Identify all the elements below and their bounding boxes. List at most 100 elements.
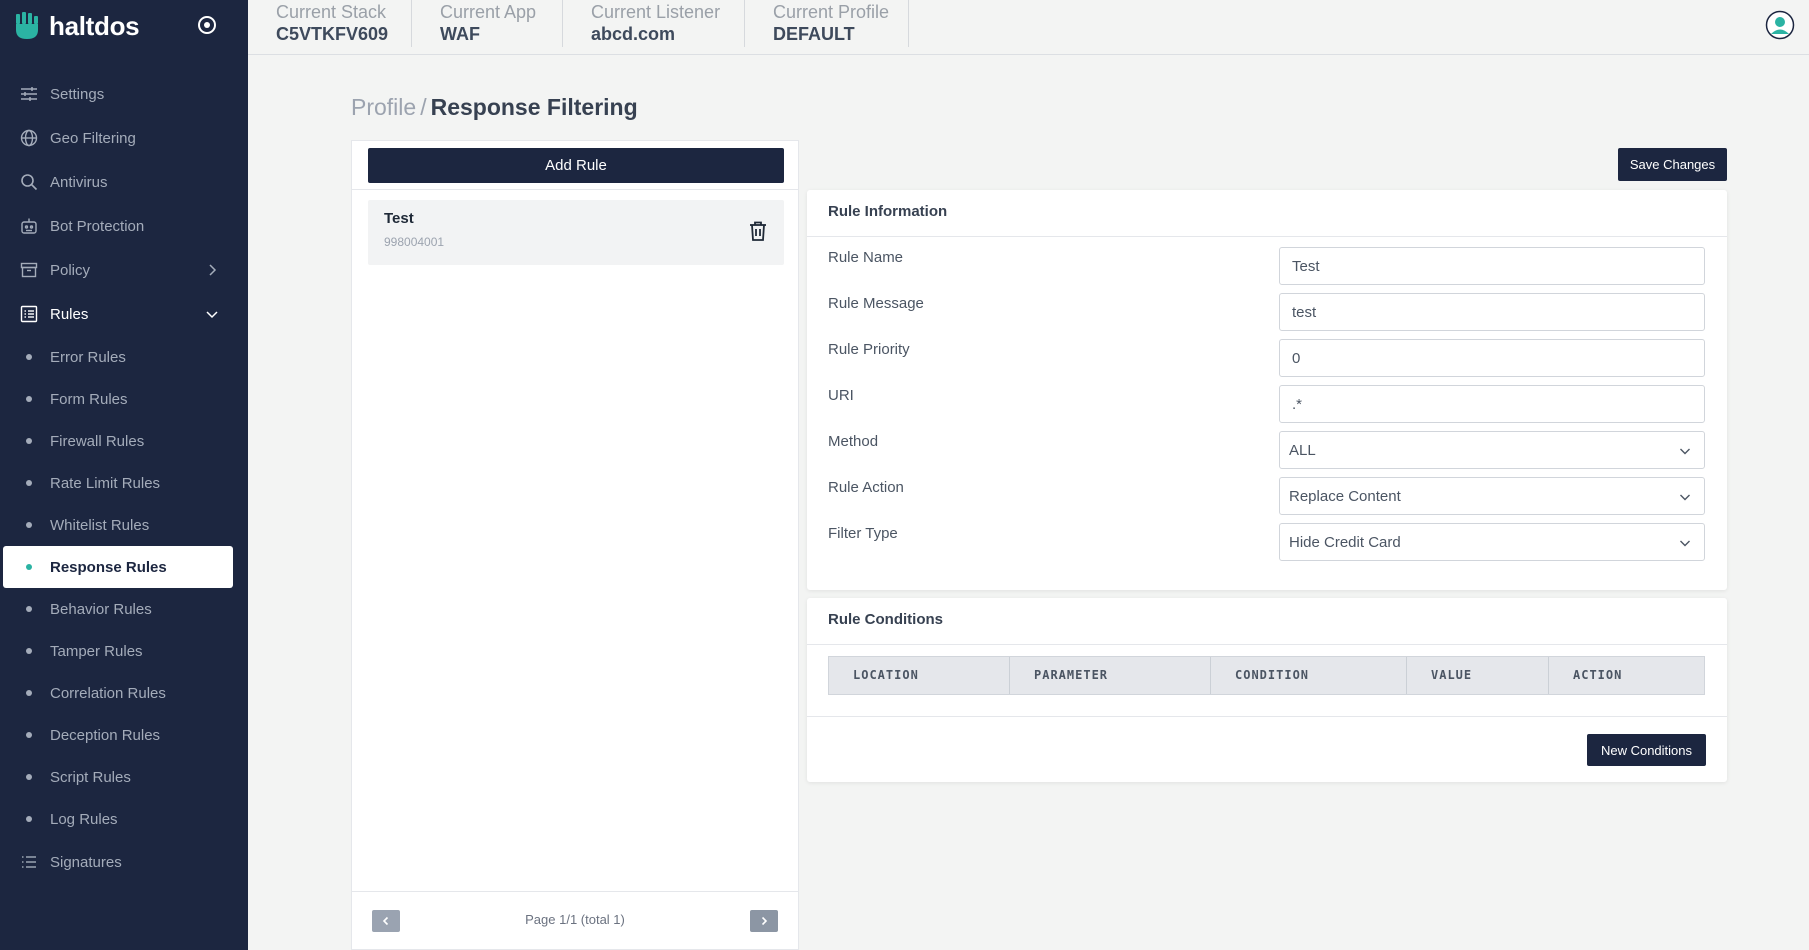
sidebar-subitem-firewall-rules[interactable]: Firewall Rules [0, 420, 248, 462]
bullet-icon [26, 354, 32, 360]
sidebar-subitem-correlation-rules[interactable]: Correlation Rules [0, 672, 248, 714]
target-icon[interactable] [196, 14, 218, 36]
sidebar-item-bot-protection[interactable]: Bot Protection [0, 204, 248, 248]
method-row: Method ALL [828, 431, 1706, 471]
sidebar-subitem-deception-rules[interactable]: Deception Rules [0, 714, 248, 756]
rule-action-label: Rule Action [828, 479, 904, 496]
next-page-button[interactable] [750, 910, 778, 932]
sidebar-subitem-log-rules[interactable]: Log Rules [0, 798, 248, 840]
archive-icon [20, 261, 38, 279]
subitem-label: Rate Limit Rules [50, 474, 161, 492]
subitem-label: Response Rules [50, 558, 167, 576]
chevron-down-icon [1680, 448, 1690, 455]
sidebar-item-antivirus[interactable]: Antivirus [0, 160, 248, 204]
filter-type-label: Filter Type [828, 525, 898, 542]
uri-row: URI [828, 385, 1706, 425]
divider [807, 716, 1727, 717]
current-listener-label: Current Listener [591, 2, 721, 22]
breadcrumb-separator: / [420, 94, 427, 120]
filter-type-select[interactable]: Hide Credit Card [1279, 523, 1705, 561]
sidebar-item-settings[interactable]: Settings [0, 72, 248, 116]
sidebar-item-label: Signatures [50, 853, 122, 871]
sidebar-subitem-whitelist-rules[interactable]: Whitelist Rules [0, 504, 248, 546]
uri-input[interactable] [1279, 385, 1705, 423]
conditions-table-header: LOCATION PARAMETER CONDITION VALUE ACTIO… [828, 656, 1705, 695]
method-select[interactable]: ALL [1279, 431, 1705, 469]
subitem-label: Script Rules [50, 768, 131, 786]
sidebar-subitem-rate-limit-rules[interactable]: Rate Limit Rules [0, 462, 248, 504]
sidebar-item-label: Geo Filtering [50, 129, 136, 147]
subitem-label: Tamper Rules [50, 642, 143, 660]
column-header-location: LOCATION [829, 657, 1010, 694]
rule-action-row: Rule Action Replace Content [828, 477, 1706, 517]
user-avatar-icon[interactable] [1765, 10, 1795, 40]
sidebar-subitem-form-rules[interactable]: Form Rules [0, 378, 248, 420]
current-stack-label: Current Stack [276, 2, 387, 22]
rule-conditions-title: Rule Conditions [807, 598, 1727, 645]
sidebar-item-label: Antivirus [50, 173, 108, 191]
column-header-condition: CONDITION [1211, 657, 1407, 694]
rule-item-name: Test [384, 210, 414, 227]
rule-message-row: Rule Message [828, 293, 1706, 333]
sidebar-item-policy[interactable]: Policy [0, 248, 248, 292]
sidebar-subitem-behavior-rules[interactable]: Behavior Rules [0, 588, 248, 630]
rule-conditions-card: Rule Conditions LOCATION PARAMETER CONDI… [807, 598, 1727, 782]
sidebar-item-label: Policy [50, 261, 91, 279]
uri-label: URI [828, 387, 854, 404]
new-conditions-button[interactable]: New Conditions [1587, 734, 1706, 766]
rule-list-panel: Add Rule Test 998004001 Page 1/1 (total … [351, 140, 799, 950]
filter-type-row: Filter Type Hide Credit Card [828, 523, 1706, 563]
bullet-icon [26, 816, 32, 822]
method-select-value: ALL [1289, 441, 1316, 459]
rule-name-input[interactable] [1279, 247, 1705, 285]
subitem-label: Correlation Rules [50, 684, 166, 702]
divider [352, 189, 798, 190]
sidebar-item-label: Rules [50, 305, 89, 323]
bullet-list-icon [20, 853, 38, 871]
sidebar-item-rules[interactable]: Rules [0, 292, 248, 336]
current-profile[interactable]: Current Profile DEFAULT [745, 0, 909, 47]
current-app-value: WAF [440, 24, 480, 44]
sidebar-subitem-error-rules[interactable]: Error Rules [0, 336, 248, 378]
rule-information-card: Rule Information Rule Name Rule Message … [807, 190, 1727, 590]
bullet-icon [26, 690, 32, 696]
page-title: Response Filtering [430, 94, 638, 120]
breadcrumb-parent[interactable]: Profile [351, 94, 416, 120]
add-rule-button[interactable]: Add Rule [368, 148, 784, 183]
rule-message-label: Rule Message [828, 295, 924, 312]
bullet-icon [26, 606, 32, 612]
rule-message-input[interactable] [1279, 293, 1705, 331]
sidebar-item-geo-filtering[interactable]: Geo Filtering [0, 116, 248, 160]
sliders-icon [20, 85, 38, 103]
sidebar-subitem-response-rules[interactable]: Response Rules [3, 546, 233, 588]
bullet-icon [26, 774, 32, 780]
rule-list-item[interactable]: Test 998004001 [368, 200, 784, 265]
rule-action-select[interactable]: Replace Content [1279, 477, 1705, 515]
subitem-label: Firewall Rules [50, 432, 145, 450]
chevron-down-icon [1680, 540, 1690, 547]
current-profile-label: Current Profile [773, 2, 890, 22]
current-listener[interactable]: Current Listener abcd.com [563, 0, 745, 47]
rule-priority-label: Rule Priority [828, 341, 910, 358]
rule-item-id: 998004001 [384, 235, 445, 249]
trash-icon[interactable] [748, 220, 768, 242]
save-changes-button[interactable]: Save Changes [1618, 148, 1727, 181]
chevron-right-icon [209, 264, 217, 276]
sidebar: haltdos Settings Geo Filtering Antivirus [0, 0, 248, 950]
current-stack[interactable]: Current Stack C5VTKFV609 [248, 0, 412, 47]
brand[interactable]: haltdos [13, 8, 140, 44]
current-profile-value: DEFAULT [773, 24, 855, 44]
sidebar-item-signatures[interactable]: Signatures [0, 840, 248, 884]
method-label: Method [828, 433, 879, 450]
column-header-action: ACTION [1573, 668, 1623, 682]
column-header-parameter: PARAMETER [1010, 657, 1211, 694]
rule-priority-input[interactable] [1279, 339, 1705, 377]
haltdos-logo-icon [16, 12, 38, 39]
sidebar-subitem-tamper-rules[interactable]: Tamper Rules [0, 630, 248, 672]
robot-icon [20, 217, 38, 235]
sidebar-item-label: Bot Protection [50, 217, 145, 235]
current-app[interactable]: Current App WAF [412, 0, 563, 47]
current-stack-value: C5VTKFV609 [276, 24, 389, 44]
current-listener-value: abcd.com [591, 24, 676, 44]
sidebar-subitem-script-rules[interactable]: Script Rules [0, 756, 248, 798]
